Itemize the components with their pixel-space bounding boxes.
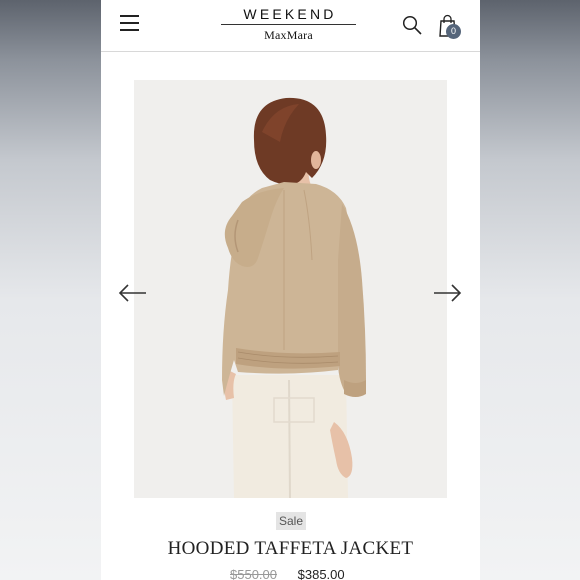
logo-divider: [221, 24, 356, 25]
sale-price: $385.00: [297, 567, 345, 580]
product-title: HOODED TAFFETA JACKET: [167, 538, 414, 559]
arrow-right-icon[interactable]: [432, 283, 462, 303]
site-header: WEEKEND MaxMara 0: [101, 0, 480, 52]
price-row: $550.00 $385.00: [230, 567, 345, 580]
brand-name-top: WEEKEND: [243, 6, 337, 22]
original-price: $550.00: [230, 567, 277, 580]
brand-name-bottom: MaxMara: [264, 28, 313, 42]
product-image[interactable]: [134, 80, 447, 498]
cart-count-badge[interactable]: 0: [446, 24, 461, 39]
search-icon[interactable]: [402, 15, 422, 35]
sale-badge: Sale: [276, 512, 307, 530]
brand-logo[interactable]: WEEKEND MaxMara: [221, 6, 356, 43]
app-screen: WEEKEND MaxMara 0 Sale HOODED TAFFETA JA…: [101, 0, 480, 580]
jacket-photo: [134, 80, 447, 498]
hamburger-menu-icon[interactable]: [120, 15, 139, 33]
arrow-left-icon[interactable]: [118, 283, 148, 303]
